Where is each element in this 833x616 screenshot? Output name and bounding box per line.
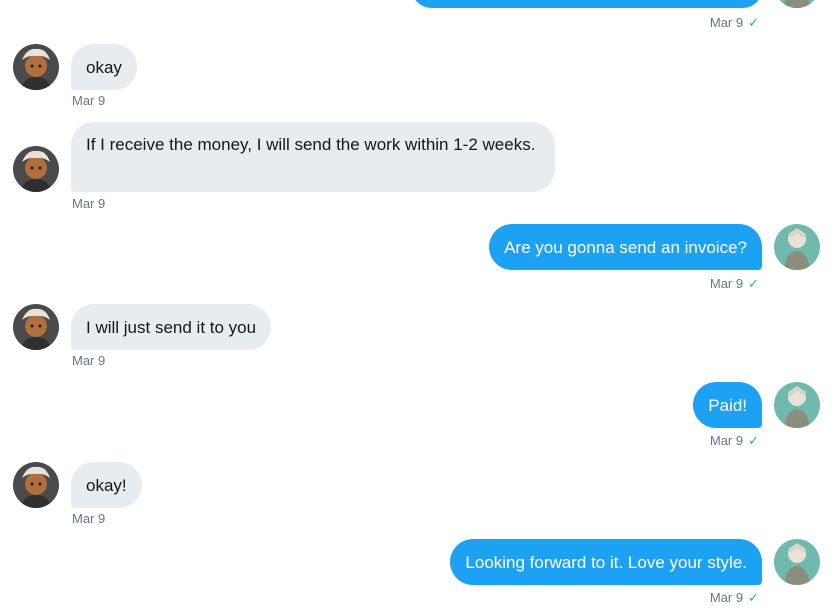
outgoing-message-bubble[interactable]: Are you gonna send an invoice? — [489, 224, 762, 270]
avatar-tan-character-icon[interactable] — [13, 304, 59, 350]
message-meta: Mar 9 ✓ — [710, 15, 759, 31]
avatar-green-character-icon[interactable] — [774, 0, 820, 8]
outgoing-message-bubble[interactable] — [412, 0, 762, 8]
check-icon: ✓ — [748, 15, 759, 30]
message-timestamp: Mar 9 — [709, 590, 744, 605]
check-icon: ✓ — [748, 433, 759, 448]
avatar-tan-character-icon[interactable] — [13, 146, 59, 192]
message-timestamp: Mar 9 — [709, 433, 744, 448]
message-meta: Mar 9 ✓ — [710, 590, 759, 606]
message-timestamp: Mar 9 — [72, 353, 106, 368]
message-meta: Mar 9 ✓ — [710, 276, 759, 292]
incoming-message-bubble[interactable]: If I receive the money, I will send the … — [71, 122, 555, 192]
outgoing-message-bubble[interactable]: Paid! — [693, 382, 762, 428]
incoming-message-bubble[interactable]: okay — [71, 44, 137, 90]
outgoing-message-bubble[interactable]: Looking forward to it. Love your style. — [450, 539, 762, 585]
avatar-green-character-icon[interactable] — [774, 539, 820, 585]
avatar-tan-character-icon[interactable] — [13, 462, 59, 508]
message-timestamp: Mar 9 — [709, 276, 744, 291]
message-timestamp: Mar 9 — [72, 511, 106, 526]
incoming-message-bubble[interactable]: okay! — [71, 462, 142, 508]
message-timestamp: Mar 9 — [709, 15, 744, 30]
check-icon: ✓ — [748, 590, 759, 605]
avatar-green-character-icon[interactable] — [774, 224, 820, 270]
incoming-message-bubble[interactable]: I will just send it to you — [71, 304, 272, 350]
check-icon: ✓ — [748, 276, 759, 291]
message-meta: Mar 9 ✓ — [710, 433, 759, 449]
message-timestamp: Mar 9 — [72, 93, 106, 108]
avatar-tan-character-icon[interactable] — [13, 44, 59, 90]
avatar-green-character-icon[interactable] — [774, 382, 820, 428]
message-timestamp: Mar 9 — [72, 196, 106, 211]
conversation-thread: Mar 9 ✓ okay Mar 9 If I receive the mone… — [0, 0, 833, 616]
